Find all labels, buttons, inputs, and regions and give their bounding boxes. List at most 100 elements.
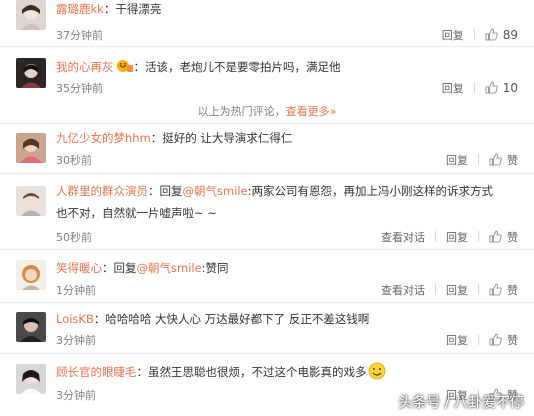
thumb-up-icon xyxy=(485,28,498,41)
mention-link[interactable]: @朝气smile xyxy=(137,261,202,275)
like-label: 赞 xyxy=(507,154,518,167)
like-button[interactable]: 赞 xyxy=(489,283,518,297)
comment-body: 哈哈哈哈 大快人心 万达最好都下了 反正不差这钱啊 xyxy=(105,312,370,326)
timestamp: 30秒前 xyxy=(56,154,92,167)
hot-comments-notice: 以上为热门评论，查看更多» xyxy=(0,103,534,119)
username-link[interactable]: 人群里的群众演员 xyxy=(56,184,148,198)
like-count: 89 xyxy=(502,28,518,42)
timestamp: 3分钟前 xyxy=(56,334,96,347)
mention-link[interactable]: @朝气smile xyxy=(183,184,248,198)
like-label: 赞 xyxy=(507,334,518,347)
avatar[interactable] xyxy=(16,186,46,216)
comment-body: 挺好的 让大导演求仁得仁 xyxy=(162,131,293,145)
divider xyxy=(0,249,534,250)
divider xyxy=(435,231,436,242)
comment-actions: 查看对话 回复 赞 xyxy=(381,282,518,298)
comment-text: 露璐鹿kk：干得漂亮 xyxy=(56,0,520,20)
comment-actions: 回复 赞 xyxy=(446,332,518,348)
colon: ： xyxy=(103,2,116,16)
comment-body-continued: 也不对，自然就一片嘘声啦~ ~ xyxy=(56,206,217,220)
comment-actions: 查看对话 回复 赞 xyxy=(381,229,518,245)
reply-prefix: 回复 xyxy=(159,184,183,198)
like-button[interactable]: 89 xyxy=(485,28,518,42)
comment-actions: 回复 赞 xyxy=(446,152,518,168)
colon: ： xyxy=(102,261,114,275)
comment-body: 活该，老炮儿不是要零拍片吗，满足他 xyxy=(145,60,341,74)
divider xyxy=(478,284,479,295)
comment-text: 笑得暖心：回复@朝气smile:赞同 xyxy=(56,257,520,279)
grin-emoji-icon xyxy=(367,362,386,380)
username-link[interactable]: 九亿少女的梦hhm xyxy=(56,131,151,145)
comment-actions: 回复 10 xyxy=(442,80,518,96)
divider xyxy=(478,334,479,345)
reply-button[interactable]: 回复 xyxy=(446,284,468,297)
vip-badge-icon[interactable] xyxy=(114,60,134,74)
comment-text: 九亿少女的梦hhm：挺好的 让大导演求仁得仁 xyxy=(56,127,520,149)
username-link[interactable]: 露璐鹿kk xyxy=(56,2,104,16)
double-chevron-icon: » xyxy=(329,105,337,118)
reply-button[interactable]: 回复 xyxy=(446,334,468,347)
like-count: 10 xyxy=(502,81,518,95)
like-label: 赞 xyxy=(507,284,518,297)
divider xyxy=(0,353,534,354)
view-conversation-button[interactable]: 查看对话 xyxy=(381,231,425,244)
reply-button[interactable]: 回复 xyxy=(446,231,468,244)
thumb-up-icon xyxy=(489,333,502,346)
like-button[interactable]: 赞 xyxy=(489,230,518,244)
like-label: 赞 xyxy=(507,231,518,244)
comment-body: 干得漂亮 xyxy=(115,2,162,16)
like-button[interactable]: 赞 xyxy=(489,153,518,167)
colon: ： xyxy=(148,184,160,198)
avatar[interactable] xyxy=(16,260,46,290)
username-link[interactable]: 我的心再灰 xyxy=(56,60,114,74)
thumb-up-icon xyxy=(489,153,502,166)
comment-body: :两家公司有恩怨，再加上冯小刚这样的诉求方式 xyxy=(247,184,494,198)
username-link[interactable]: 顾长官的眼睫毛 xyxy=(56,365,137,379)
avatar[interactable] xyxy=(16,364,46,394)
avatar[interactable] xyxy=(16,312,46,342)
view-conversation-button[interactable]: 查看对话 xyxy=(381,284,425,297)
like-button[interactable]: 10 xyxy=(485,81,518,95)
divider xyxy=(473,29,475,40)
divider xyxy=(0,302,534,303)
username-link[interactable]: LoisKB xyxy=(56,312,94,326)
thumb-up-icon xyxy=(485,81,498,94)
thumb-up-icon xyxy=(489,230,502,243)
timestamp: 50秒前 xyxy=(56,231,92,244)
colon: ： xyxy=(150,131,163,145)
reply-button[interactable]: 回复 xyxy=(446,154,468,167)
reply-button[interactable]: 回复 xyxy=(442,29,464,42)
colon: ： xyxy=(136,365,149,379)
view-more-link[interactable]: 查看更多» xyxy=(286,105,337,118)
username-link[interactable]: 笑得暖心 xyxy=(56,261,102,275)
hot-comments-text: 以上为热门评论， xyxy=(197,105,286,118)
thumb-up-icon xyxy=(489,283,502,296)
divider xyxy=(0,123,534,124)
view-more-label: 查看更多 xyxy=(285,105,330,118)
avatar[interactable] xyxy=(16,133,46,163)
comment-text: 我的心再灰 ：活该，老炮儿不是要零拍片吗，满足他 xyxy=(56,56,520,78)
timestamp: 3分钟前 xyxy=(56,389,96,402)
like-button[interactable]: 赞 xyxy=(489,333,518,347)
timestamp: 35分钟前 xyxy=(56,82,103,95)
comment-body: :赞同 xyxy=(201,261,229,275)
avatar[interactable] xyxy=(16,0,46,30)
divider xyxy=(435,284,436,295)
comment-text: 人群里的群众演员：回复@朝气smile:两家公司有恩怨，再加上冯小刚这样的诉求方… xyxy=(56,180,520,224)
timestamp: 1分钟前 xyxy=(56,284,96,297)
divider xyxy=(478,154,479,165)
divider xyxy=(0,46,534,47)
comment-body: 虽然王思聪也很烦，不过这个电影真的戏多 xyxy=(148,365,367,379)
avatar[interactable] xyxy=(16,58,46,88)
timestamp: 37分钟前 xyxy=(56,29,103,42)
colon: ： xyxy=(93,312,106,326)
watermark: 头条号 / 八卦爱不停 xyxy=(398,395,524,411)
reply-prefix: 回复 xyxy=(113,261,137,275)
divider xyxy=(478,231,479,242)
comment-text: 顾长官的眼睫毛：虽然王思聪也很烦，不过这个电影真的戏多 xyxy=(56,361,520,383)
reply-button[interactable]: 回复 xyxy=(442,82,464,95)
comment-text: LoisKB：哈哈哈哈 大快人心 万达最好都下了 反正不差这钱啊 xyxy=(56,308,520,330)
divider xyxy=(473,82,475,93)
colon: ： xyxy=(133,60,146,74)
comment-actions: 回复 89 xyxy=(442,27,518,43)
